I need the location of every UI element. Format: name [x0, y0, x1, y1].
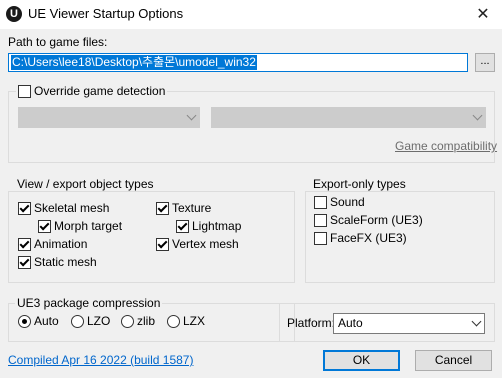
- platform-value: Auto: [338, 316, 363, 330]
- lightmap-label: Lightmap: [192, 219, 242, 233]
- checkbox-box[interactable]: [314, 231, 327, 245]
- facefx-checkbox[interactable]: FaceFX (UE3): [314, 231, 407, 245]
- checkbox-box[interactable]: [18, 237, 31, 251]
- morph-target-label: Morph target: [54, 219, 123, 233]
- static-mesh-checkbox[interactable]: Static mesh: [18, 255, 97, 269]
- platform-label: Platform:: [287, 316, 336, 330]
- checkbox-box[interactable]: [18, 255, 31, 269]
- chevron-down-icon: [471, 316, 482, 327]
- scaleform-checkbox[interactable]: ScaleForm (UE3): [314, 213, 423, 227]
- platform-select[interactable]: Auto: [333, 313, 485, 334]
- chevron-down-icon: [472, 110, 483, 121]
- radio-lzo-label: LZO: [87, 314, 111, 328]
- sound-label: Sound: [330, 195, 365, 209]
- static-mesh-label: Static mesh: [34, 255, 97, 269]
- radio-lzx-label: LZX: [183, 314, 206, 328]
- radio-auto[interactable]: Auto: [18, 314, 59, 328]
- radio-dot[interactable]: [167, 314, 180, 328]
- skeletal-mesh-checkbox[interactable]: Skeletal mesh: [18, 201, 109, 215]
- radio-auto-label: Auto: [34, 314, 59, 328]
- vertex-mesh-label: Vertex mesh: [172, 237, 239, 251]
- path-label: Path to game files:: [8, 35, 108, 49]
- radio-zlib-label: zlib: [137, 314, 156, 328]
- view-export-title: View / export object types: [15, 177, 156, 191]
- window-title: UE Viewer Startup Options: [28, 6, 184, 21]
- path-value: C:\Users\lee18\Desktop\추출몬\umodel_win32: [11, 55, 257, 70]
- texture-label: Texture: [172, 201, 212, 215]
- animation-label: Animation: [34, 237, 88, 251]
- animation-checkbox[interactable]: Animation: [18, 237, 87, 251]
- skeletal-mesh-label: Skeletal mesh: [34, 201, 110, 215]
- ok-button[interactable]: OK: [323, 350, 400, 371]
- radio-dot[interactable]: [121, 314, 134, 328]
- lightmap-checkbox[interactable]: Lightmap: [176, 219, 241, 233]
- facefx-label: FaceFX (UE3): [330, 231, 407, 245]
- radio-lzo[interactable]: LZO: [71, 314, 110, 328]
- override-label: Override game detection: [34, 84, 166, 98]
- checkbox-box[interactable]: [18, 201, 31, 215]
- game-combo: [211, 107, 486, 128]
- checkbox-box[interactable]: [38, 219, 51, 233]
- export-only-title: Export-only types: [311, 177, 408, 191]
- checkbox-box[interactable]: [156, 201, 169, 215]
- vertex-mesh-checkbox[interactable]: Vertex mesh: [156, 237, 239, 251]
- radio-dot[interactable]: [18, 314, 31, 328]
- radio-lzx[interactable]: LZX: [167, 314, 205, 328]
- sound-checkbox[interactable]: Sound: [314, 195, 365, 209]
- game-compatibility-link[interactable]: Game compatibility: [395, 139, 497, 153]
- texture-checkbox[interactable]: Texture: [156, 201, 211, 215]
- browse-button[interactable]: ...: [475, 53, 495, 72]
- checkbox-box[interactable]: [314, 213, 327, 227]
- game-family-combo: [18, 107, 200, 128]
- compression-title: UE3 package compression: [15, 296, 163, 310]
- app-icon: U: [6, 6, 22, 22]
- checkbox-box[interactable]: [314, 195, 327, 209]
- chevron-down-icon: [186, 110, 197, 121]
- cancel-button[interactable]: Cancel: [415, 350, 492, 371]
- override-checkbox-row[interactable]: Override game detection: [16, 84, 168, 98]
- radio-zlib[interactable]: zlib: [121, 314, 155, 328]
- radio-dot[interactable]: [71, 314, 84, 328]
- override-checkbox[interactable]: [18, 84, 31, 98]
- checkbox-box[interactable]: [156, 237, 169, 251]
- checkbox-box[interactable]: [176, 219, 189, 233]
- scaleform-label: ScaleForm (UE3): [330, 213, 423, 227]
- close-button[interactable]: ✕: [465, 0, 501, 29]
- path-input[interactable]: C:\Users\lee18\Desktop\추출몬\umodel_win32: [8, 53, 468, 72]
- compiled-link[interactable]: Compiled Apr 16 2022 (build 1587): [8, 353, 193, 367]
- morph-target-checkbox[interactable]: Morph target: [38, 219, 122, 233]
